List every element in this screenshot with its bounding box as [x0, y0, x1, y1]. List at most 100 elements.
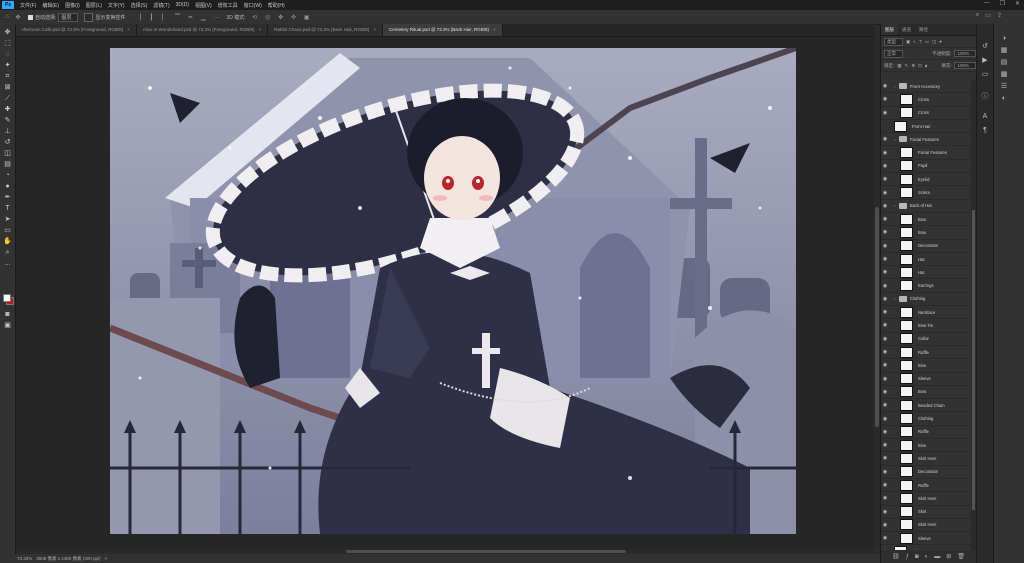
layer-name[interactable]: Beaded Chain: [918, 403, 945, 408]
layer-row[interactable]: ◉ Hat: [881, 253, 971, 267]
layer-name[interactable]: Ruffle: [918, 350, 929, 355]
clone-stamp-tool-icon[interactable]: ⊥: [3, 127, 12, 136]
layer-row[interactable]: ◉ Necklace: [881, 306, 971, 320]
tab-channels[interactable]: 通道: [898, 24, 915, 35]
lock-artboard-icon[interactable]: ⊡: [918, 63, 922, 69]
visibility-eye-icon[interactable]: ◉: [881, 336, 889, 342]
3d-roll-icon[interactable]: ◎: [264, 13, 272, 21]
align-center-icon[interactable]: ┃: [147, 13, 155, 21]
zoom-tool-icon[interactable]: ⌕: [3, 248, 12, 257]
layer-name[interactable]: Cross: [918, 97, 929, 102]
layer-name[interactable]: Back of Hat: [910, 203, 932, 208]
visibility-eye-icon[interactable]: ◉: [881, 309, 889, 315]
zoom-level[interactable]: 73.33%: [17, 556, 32, 561]
layer-name[interactable]: Decoration: [918, 243, 938, 248]
show-transform-option[interactable]: 显示变换控件: [84, 12, 125, 22]
blend-mode-dropdown[interactable]: 正常: [884, 49, 903, 58]
filter-toggle-icon[interactable]: ●: [939, 39, 942, 44]
layer-name[interactable]: Ruffle: [918, 483, 929, 488]
type-tool-icon[interactable]: T: [3, 204, 12, 213]
path-selection-tool-icon[interactable]: ➤: [3, 215, 12, 224]
link-icon[interactable]: ⛓: [892, 553, 900, 560]
patterns-icon[interactable]: ▩: [999, 70, 1009, 80]
layer-row[interactable]: ◉ Bow: [881, 386, 971, 400]
move-tool-icon[interactable]: ✥: [3, 28, 12, 37]
quick-mask-icon[interactable]: ◙: [3, 310, 12, 319]
visibility-eye-icon[interactable]: ◉: [881, 389, 889, 395]
layer-row[interactable]: ◉ Sclera: [881, 186, 971, 200]
menu-select[interactable]: 选择(S): [128, 2, 151, 9]
layer-row[interactable]: ◉ Hat: [881, 266, 971, 280]
3d-scale-icon[interactable]: ▣: [303, 13, 311, 21]
layer-name[interactable]: Clothing: [910, 296, 925, 301]
menu-plugins[interactable]: 增效工具: [215, 2, 241, 9]
lock-all-icon[interactable]: 🔒︎: [925, 63, 927, 68]
document-canvas[interactable]: [110, 48, 796, 534]
layer-name[interactable]: Skirt Hem: [918, 522, 936, 527]
visibility-eye-icon[interactable]: ◉: [881, 176, 889, 182]
visibility-eye-icon[interactable]: ◉: [881, 136, 889, 142]
layer-name[interactable]: Cross: [918, 110, 929, 115]
share-icon[interactable]: ⇪: [997, 12, 1002, 19]
history-icon[interactable]: ↺: [980, 42, 990, 52]
auto-select-option[interactable]: 自动选择: 图层: [28, 12, 79, 22]
menu-file[interactable]: 文件(F): [17, 2, 39, 9]
visibility-eye-icon[interactable]: ◉: [881, 362, 889, 368]
layer-group-row[interactable]: ◉ › Back of Hat: [881, 200, 971, 213]
history-brush-tool-icon[interactable]: ↺: [3, 138, 12, 147]
layer-row[interactable]: ◉ Ruffle: [881, 479, 971, 493]
layer-name[interactable]: Front Accessory: [910, 84, 940, 89]
layer-row[interactable]: ◉ Sleeve: [881, 532, 971, 546]
menu-image[interactable]: 图像(I): [62, 2, 83, 9]
eraser-tool-icon[interactable]: ◫: [3, 149, 12, 158]
scrollbar-thumb[interactable]: [972, 210, 975, 510]
visibility-eye-icon[interactable]: ◉: [881, 322, 889, 328]
group-icon[interactable]: ▬: [934, 554, 940, 560]
home-icon[interactable]: ⌂: [3, 13, 11, 21]
visibility-eye-icon[interactable]: ◉: [881, 429, 889, 435]
layer-name[interactable]: Bow Tie: [918, 323, 933, 328]
close-icon[interactable]: ×: [259, 27, 262, 32]
blur-tool-icon[interactable]: ◔: [3, 171, 12, 180]
visibility-eye-icon[interactable]: ◉: [881, 150, 889, 156]
fx-icon[interactable]: ƒ: [906, 554, 909, 560]
layer-row[interactable]: ◉ Bow: [881, 359, 971, 373]
align-right-icon[interactable]: ▏: [160, 13, 168, 21]
visibility-eye-icon[interactable]: ◉: [881, 83, 889, 89]
filter-pixel-icon[interactable]: ▣: [906, 39, 910, 45]
visibility-eye-icon[interactable]: ◉: [881, 349, 889, 355]
mask-icon[interactable]: ◙: [915, 554, 919, 560]
visibility-eye-icon[interactable]: ◉: [881, 535, 889, 541]
layer-row[interactable]: ◉ Bow: [881, 439, 971, 453]
layer-name[interactable]: Bow: [918, 443, 926, 448]
layer-name[interactable]: Ruffle: [918, 429, 929, 434]
3d-slide-icon[interactable]: ✣: [290, 13, 298, 21]
layer-name[interactable]: Bow: [918, 217, 926, 222]
filter-smart-icon[interactable]: ◫: [932, 39, 936, 45]
properties-icon[interactable]: ☰: [999, 82, 1009, 92]
visibility-eye-icon[interactable]: ◉: [881, 442, 889, 448]
more-options-icon[interactable]: …: [212, 13, 220, 21]
lasso-tool-icon[interactable]: ◌: [3, 50, 12, 59]
visibility-eye-icon[interactable]: ◉: [881, 376, 889, 382]
layer-row[interactable]: ◉ Ruffle: [881, 346, 971, 360]
layer-row[interactable]: ◉ Skirt Hem: [881, 492, 971, 506]
adjustment-icon[interactable]: ◐: [925, 554, 929, 560]
visibility-eye-icon[interactable]: ◉: [881, 522, 889, 528]
scrollbar-thumb[interactable]: [875, 207, 879, 427]
layer-row[interactable]: ◉ Clothing: [881, 412, 971, 426]
menu-edit[interactable]: 编辑(E): [39, 2, 62, 9]
new-layer-icon[interactable]: ⊞: [946, 553, 951, 560]
layer-row[interactable]: Front Hair: [881, 120, 971, 134]
visibility-eye-icon[interactable]: ◉: [881, 283, 889, 289]
align-left-icon[interactable]: ▕: [134, 13, 142, 21]
layer-row[interactable]: ◉ Skirt: [881, 506, 971, 519]
info-icon[interactable]: ⓘ: [980, 92, 990, 102]
move-tool-preset-icon[interactable]: ✥: [14, 13, 22, 21]
close-icon[interactable]: ×: [373, 27, 376, 32]
visibility-eye-icon[interactable]: ◉: [881, 256, 889, 262]
tab-afternoon-cafe[interactable]: Afternoon Café.psd @ 73.3% (Foreground, …: [15, 24, 137, 36]
lock-position-icon[interactable]: ✥: [911, 63, 915, 69]
layer-kind-filter[interactable]: 类型: [884, 37, 903, 46]
scrollbar-thumb[interactable]: [346, 550, 626, 553]
